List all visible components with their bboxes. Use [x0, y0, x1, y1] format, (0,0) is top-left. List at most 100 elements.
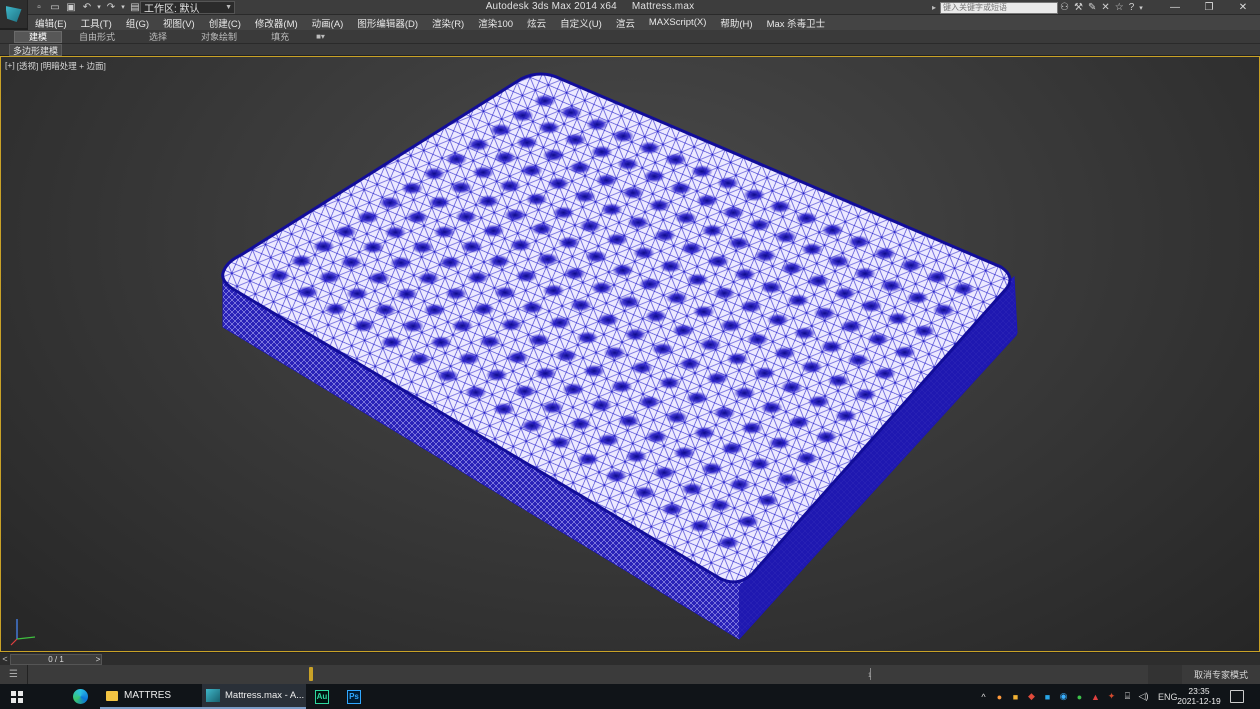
- minimize-icon[interactable]: —: [1158, 0, 1192, 15]
- system-clock[interactable]: 23:35 2021-12-19: [1174, 686, 1224, 706]
- tuft-button: [504, 208, 527, 222]
- tray-cloud-icon[interactable]: ■: [1042, 691, 1053, 702]
- menu-render100[interactable]: 渲染100: [471, 16, 520, 30]
- menu-tools[interactable]: 工具(T): [74, 16, 119, 30]
- menu-create[interactable]: 创建(C): [202, 16, 248, 30]
- tuft-button: [585, 250, 607, 263]
- audition-task[interactable]: Au: [306, 684, 338, 709]
- tuft-button: [477, 194, 500, 208]
- maximize-icon[interactable]: ❐: [1192, 0, 1226, 15]
- tuft-button: [430, 335, 452, 349]
- volume-icon[interactable]: ◁): [1138, 691, 1149, 702]
- perspective-viewport[interactable]: [+] [透视] [明暗处理 + 边面]: [0, 56, 1260, 652]
- tuft-button: [793, 326, 816, 340]
- tab-selection[interactable]: 选择: [132, 31, 184, 43]
- photoshop-icon: Ps: [347, 689, 361, 704]
- time-slider-handle[interactable]: 0 / 1: [10, 654, 102, 665]
- edge-browser-button[interactable]: [66, 684, 94, 709]
- menu-help[interactable]: 帮助(H): [713, 16, 759, 30]
- close-icon[interactable]: ✕: [1226, 0, 1260, 15]
- search-input[interactable]: [940, 1, 1058, 14]
- tray-security-icon[interactable]: ◆: [1026, 691, 1037, 702]
- system-tray: ^ ● ■ ◆ ■ ◉ ● ▲ ✦ ⌸ ◁) ENG: [978, 684, 1177, 709]
- polygon-modeling-panel[interactable]: 多边形建模: [9, 44, 63, 56]
- tab-populate[interactable]: 填充: [254, 31, 306, 43]
- tuft-button: [492, 402, 515, 416]
- tuft-button: [659, 259, 682, 273]
- tuft-button: [756, 493, 779, 507]
- ribbon-options-icon[interactable]: ■▾: [306, 31, 335, 43]
- tuft-button: [395, 287, 418, 301]
- menu-animation[interactable]: 动画(A): [305, 16, 351, 30]
- tuft-button: [455, 210, 478, 224]
- communication-icon[interactable]: ✎: [1088, 2, 1096, 13]
- menu-maxscript[interactable]: MAXScript(X): [642, 17, 714, 28]
- current-frame-marker[interactable]: [309, 667, 313, 681]
- app-menu-button[interactable]: [0, 0, 28, 28]
- menu-customize[interactable]: 自定义(U): [553, 16, 609, 30]
- menu-edit[interactable]: 编辑(E): [28, 16, 74, 30]
- time-next-button[interactable]: >: [94, 654, 102, 665]
- 3ds-max-logo-icon: [5, 6, 22, 22]
- tuft-button: [673, 446, 696, 460]
- menu-xuanyun-render[interactable]: 渲云: [609, 16, 642, 30]
- subscription-icon[interactable]: ⚒: [1074, 2, 1083, 13]
- tab-modeling[interactable]: 建模: [14, 30, 63, 43]
- menu-xuanyun[interactable]: 炫云: [520, 16, 553, 30]
- tuft-button: [547, 177, 570, 190]
- 3dsmax-task-label: Mattress.max - A...: [225, 690, 305, 701]
- tuft-button: [569, 417, 592, 431]
- wechat-icon[interactable]: ●: [1074, 691, 1085, 702]
- tuft-button: [645, 309, 668, 323]
- exchange-icon[interactable]: ✕: [1101, 2, 1109, 13]
- tuft-button: [787, 293, 810, 307]
- binoculars-icon[interactable]: ⚇: [1060, 2, 1069, 13]
- start-button[interactable]: [0, 684, 34, 709]
- tuft-button: [900, 258, 923, 272]
- tray-tool-icon[interactable]: ✦: [1106, 691, 1117, 702]
- help-icon[interactable]: ?: [1129, 2, 1135, 13]
- tuft-button: [525, 192, 548, 206]
- tuft-button: [627, 216, 650, 229]
- search-expand-icon[interactable]: ▸: [932, 3, 940, 12]
- mattress-wireframe-model[interactable]: [1, 57, 1259, 651]
- tray-sync-icon[interactable]: ◉: [1058, 691, 1069, 702]
- photoshop-task[interactable]: Ps: [338, 684, 370, 709]
- tuft-button: [769, 200, 792, 214]
- notification-center-icon[interactable]: [1230, 690, 1244, 703]
- menu-antivirus[interactable]: Max 杀毒卫士: [760, 16, 833, 30]
- menu-graph-editors[interactable]: 图形编辑器(D): [350, 16, 425, 30]
- tuft-button: [428, 195, 451, 209]
- tuft-button: [312, 239, 335, 253]
- tray-input-icon[interactable]: ▲: [1090, 691, 1101, 702]
- tab-object-paint[interactable]: 对象绘制: [184, 31, 254, 43]
- favorites-star-icon[interactable]: ☆: [1115, 2, 1124, 13]
- search-box: ▸: [932, 1, 1058, 14]
- tuft-button: [389, 256, 412, 270]
- tuft-button: [536, 252, 559, 266]
- time-prev-button[interactable]: <: [0, 654, 10, 665]
- tuft-button: [612, 129, 635, 143]
- network-icon[interactable]: ⌸: [1122, 691, 1133, 702]
- menu-views[interactable]: 视图(V): [156, 16, 202, 30]
- menu-bar: 编辑(E) 工具(T) 组(G) 视图(V) 创建(C) 修改器(M) 动画(A…: [28, 15, 1260, 30]
- tuft-button: [569, 298, 592, 312]
- mini-curve-editor-icon[interactable]: ☰: [0, 665, 28, 684]
- tray-app-icon[interactable]: ●: [994, 691, 1005, 702]
- track-bar-timeline[interactable]: 1: [28, 665, 1148, 684]
- show-hidden-icons-icon[interactable]: ^: [978, 691, 989, 702]
- tuft-button: [542, 284, 565, 298]
- tuft-button: [352, 319, 375, 333]
- tuft-button: [648, 198, 671, 212]
- file-explorer-task[interactable]: MATTRES: [100, 684, 202, 709]
- menu-rendering[interactable]: 渲染(R): [425, 16, 471, 30]
- menu-group[interactable]: 组(G): [119, 16, 156, 30]
- tuft-button: [606, 233, 629, 246]
- cancel-expert-mode-button[interactable]: 取消专家模式: [1182, 665, 1260, 684]
- help-dropdown-icon[interactable]: ▾: [1139, 4, 1143, 12]
- tab-freeform[interactable]: 自由形式: [62, 31, 132, 43]
- menu-modifiers[interactable]: 修改器(M): [248, 16, 305, 30]
- tuft-button: [661, 502, 684, 516]
- tray-shield-icon[interactable]: ■: [1010, 691, 1021, 702]
- 3dsmax-task[interactable]: Mattress.max - A...: [202, 684, 306, 709]
